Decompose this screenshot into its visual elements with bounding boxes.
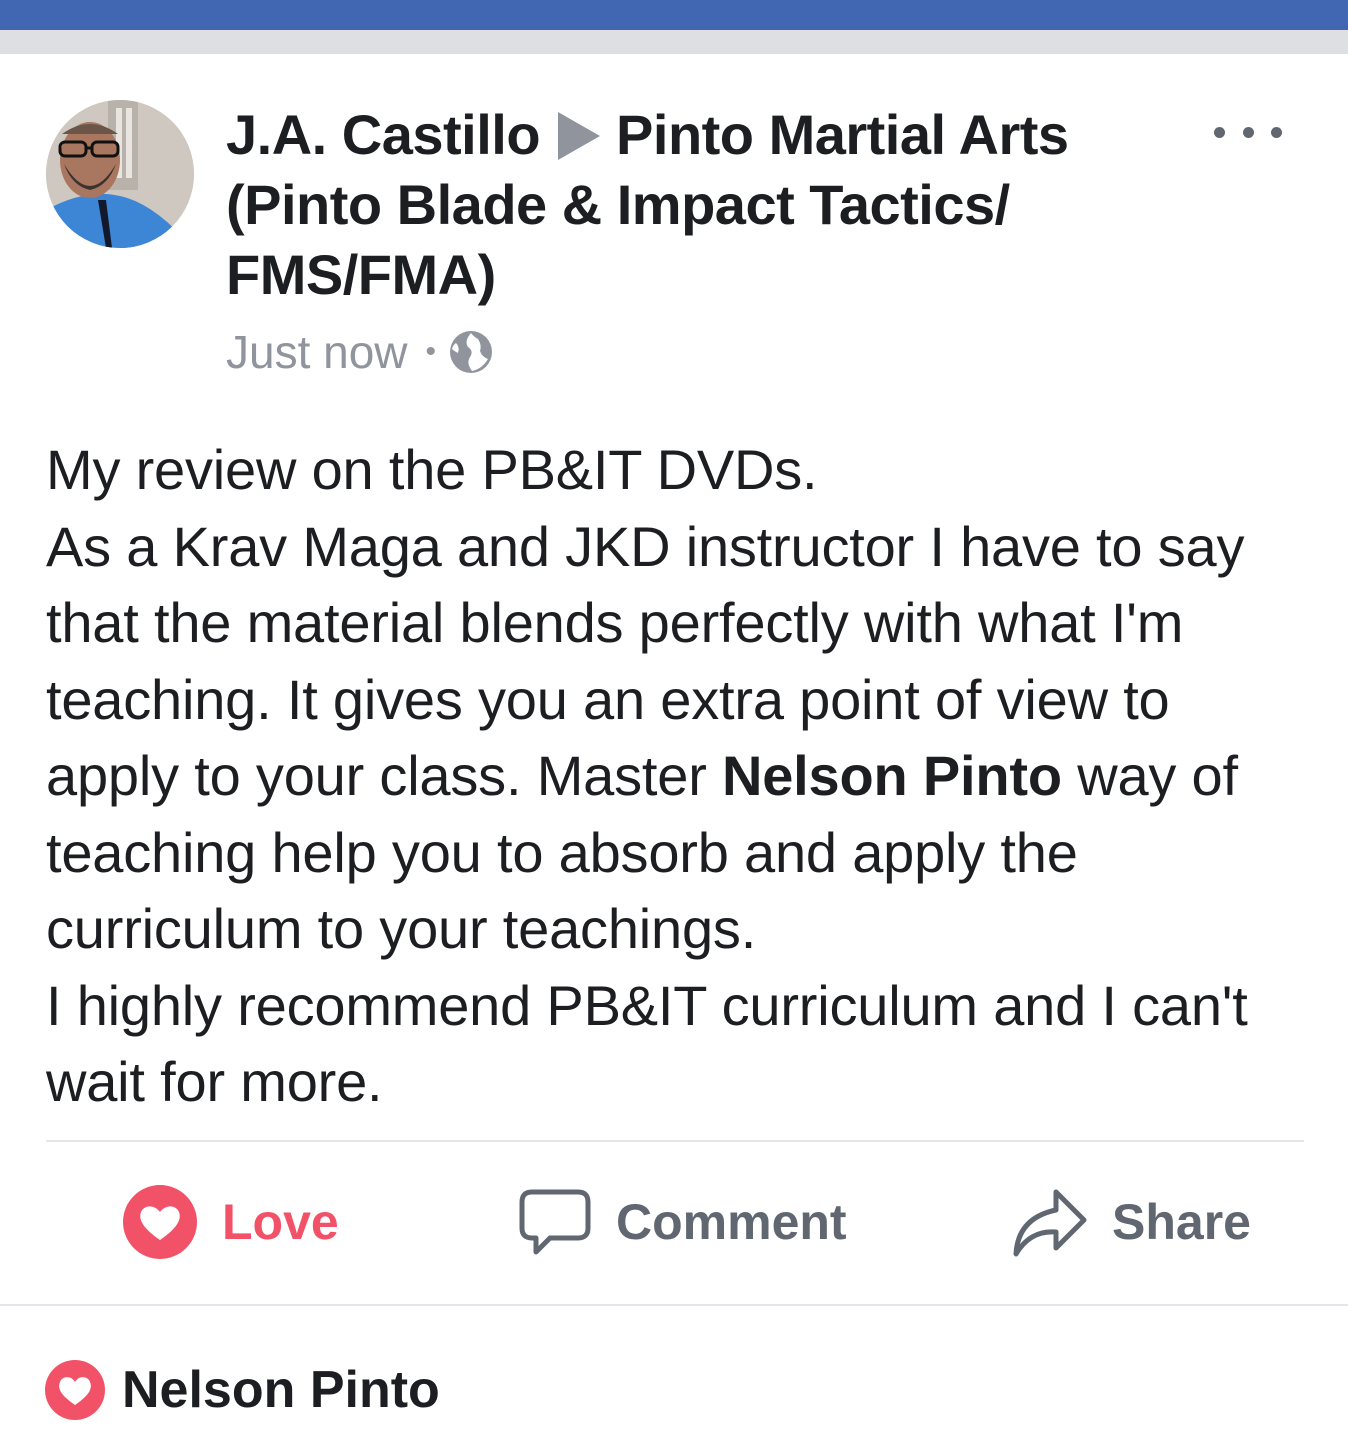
arrow-right-icon xyxy=(558,112,601,160)
avatar[interactable] xyxy=(46,100,194,248)
post-body-line-3: I highly recommend PB&IT curriculum and … xyxy=(46,973,1248,1114)
heart-icon xyxy=(123,1185,197,1259)
post-body-line-1: My review on the PB&IT DVDs. xyxy=(46,438,818,501)
love-button[interactable]: Love xyxy=(122,1182,339,1262)
comment-button[interactable]: Comment xyxy=(518,1182,847,1262)
more-options-icon[interactable] xyxy=(1214,120,1282,144)
app-top-bar xyxy=(0,0,1348,30)
mention-link[interactable]: Nelson Pinto xyxy=(722,744,1062,807)
post-meta: Just now • xyxy=(226,324,494,380)
share-arrow-icon xyxy=(1013,1189,1087,1257)
love-label: Love xyxy=(222,1194,339,1250)
share-label: Share xyxy=(1112,1194,1251,1250)
post-header: J.A. Castillo Pinto Martial Arts (Pinto B… xyxy=(226,100,1166,310)
share-button[interactable]: Share xyxy=(1010,1182,1251,1262)
feed-separator xyxy=(0,30,1348,54)
actions-divider xyxy=(46,1140,1304,1142)
post-card: J.A. Castillo Pinto Martial Arts (Pinto B… xyxy=(0,54,1348,1440)
post-body-paragraph-2: As a Krav Maga and JKD instructor I have… xyxy=(46,514,1245,961)
author-name[interactable]: J.A. Castillo xyxy=(226,103,541,166)
meta-separator: • xyxy=(425,335,437,368)
post-body: My review on the PB&IT DVDs. As a Krav M… xyxy=(46,432,1316,1121)
comment-label: Comment xyxy=(616,1194,847,1250)
globe-icon[interactable] xyxy=(448,329,494,375)
reactor-name[interactable]: Nelson Pinto xyxy=(122,1360,440,1420)
timestamp[interactable]: Just now xyxy=(226,325,408,379)
comment-bubble-icon xyxy=(519,1189,591,1255)
reactions-divider xyxy=(0,1304,1348,1306)
reactions-summary[interactable]: Nelson Pinto xyxy=(44,1358,440,1422)
heart-icon xyxy=(45,1360,105,1420)
